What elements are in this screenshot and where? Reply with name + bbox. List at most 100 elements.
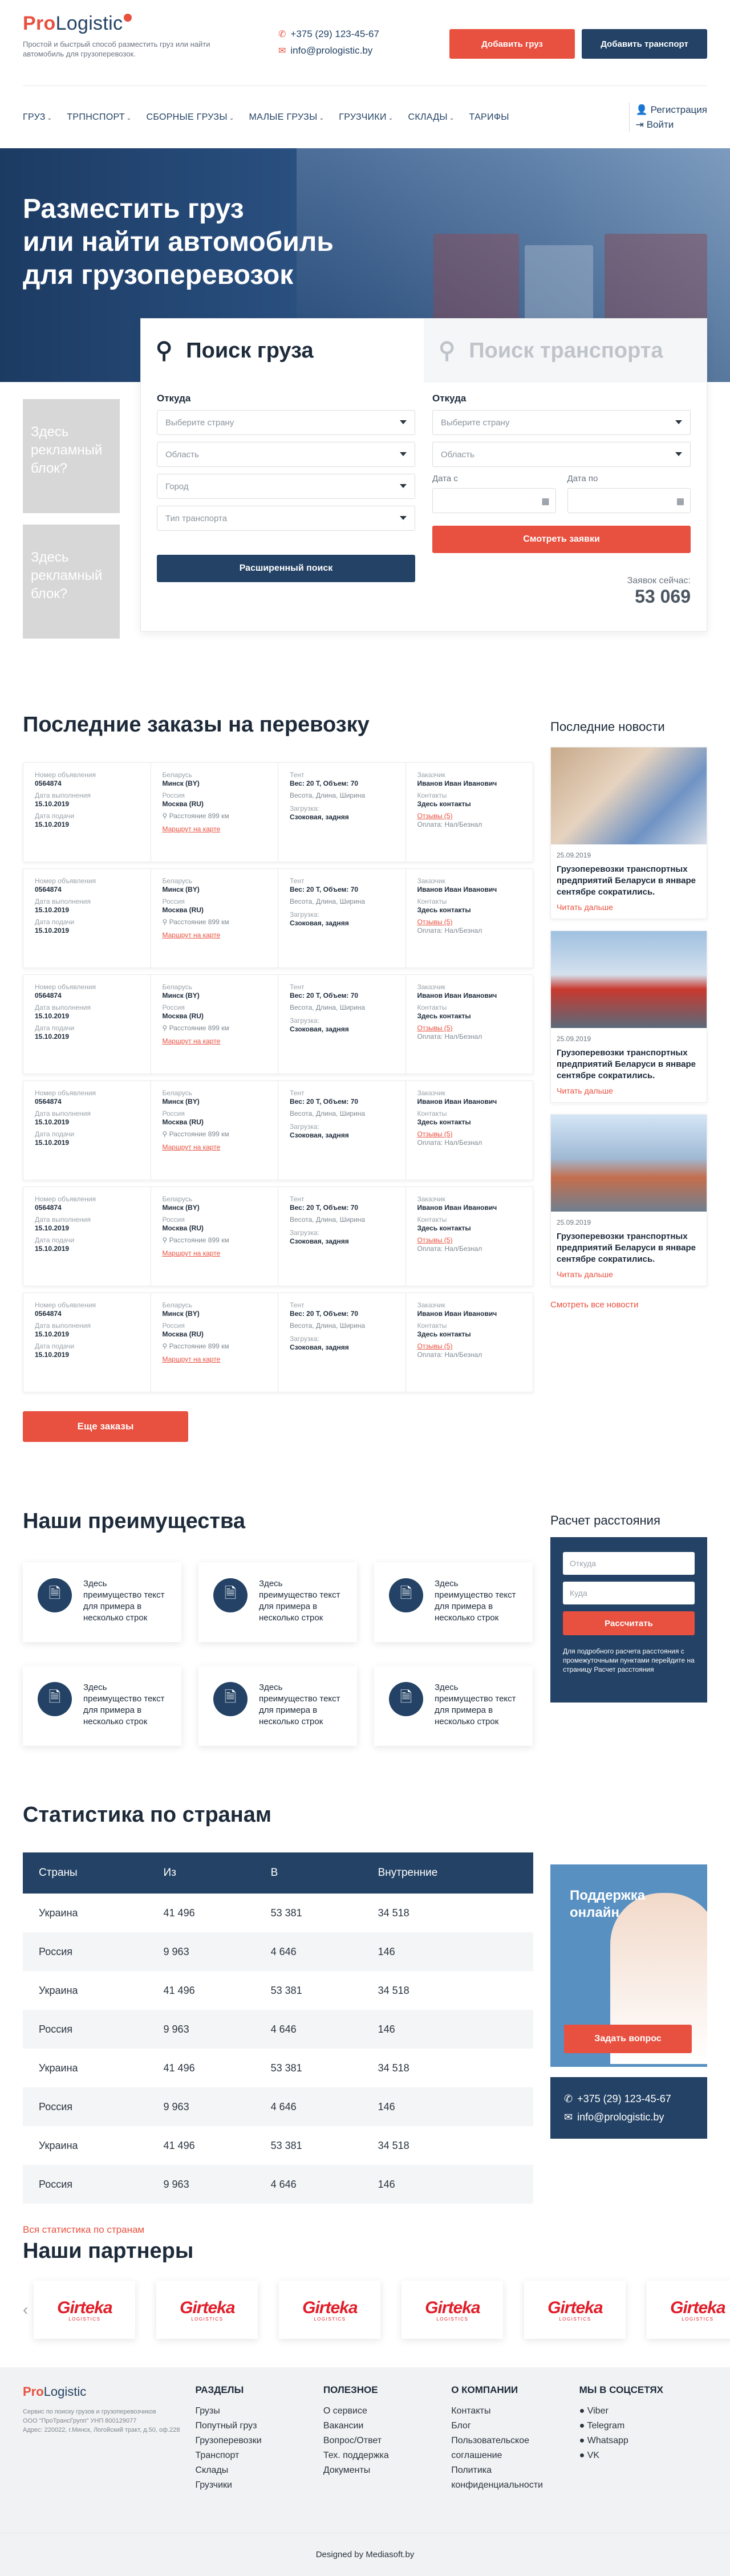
nav-item-transport[interactable]: ТРПНСПОРТ ⌄ (67, 112, 131, 123)
partner-logo[interactable]: Girteka LOGISTICS (156, 2281, 258, 2339)
order-card[interactable]: Номер объявления 0564874 Дата выполнения 15… (23, 1080, 533, 1180)
footer-link[interactable]: Вопрос/Ответ (323, 2433, 451, 2448)
logo[interactable]: ProLogistic (23, 13, 217, 35)
country-select[interactable]: Выберите страну (157, 410, 415, 435)
order-card[interactable]: Номер объявления 0564874 Дата выполнения 15… (23, 974, 533, 1074)
support-email[interactable]: ✉ info@prologistic.by (564, 2108, 694, 2126)
footer-logo[interactable]: ProLogistic (23, 2384, 195, 2399)
news-headline[interactable]: Грузоперевозки транспортных предприятий … (557, 1047, 701, 1082)
news-card[interactable]: 25.09.2019 Грузоперевозки транспортных пр… (550, 747, 707, 919)
date-from-input[interactable]: ▦ (432, 488, 556, 513)
reviews-link[interactable]: Отзывы (5) (417, 1236, 522, 1245)
order-card[interactable]: Номер объявления 0564874 Дата выполнения 15… (23, 1293, 533, 1392)
calendar-icon[interactable]: ▦ (676, 496, 684, 506)
partner-logo[interactable]: Girteka LOGISTICS (402, 2281, 504, 2339)
route-map-link[interactable]: Маршрут на карте (163, 931, 267, 940)
ask-question-button[interactable]: Задать вопрос (564, 2025, 692, 2053)
news-headline[interactable]: Грузоперевозки транспортных предприятий … (557, 864, 701, 898)
partner-logo[interactable]: Girteka LOGISTICS (34, 2281, 136, 2339)
header-phone[interactable]: ✆ +375 (29) 123-45-67 (278, 26, 379, 43)
header-email[interactable]: ✉ info@prologistic.by (278, 43, 379, 59)
calc-to-input[interactable]: Куда (563, 1582, 695, 1604)
read-more-link[interactable]: Читать дальше (557, 1086, 701, 1095)
calc-from-input[interactable]: Откуда (563, 1552, 695, 1575)
region-select[interactable]: Область (432, 442, 691, 467)
footer-link[interactable]: Блог (451, 2419, 579, 2433)
more-orders-button[interactable]: Еще заказы (23, 1411, 188, 1442)
footer-link[interactable]: Тех. поддержка (323, 2448, 451, 2463)
country-select[interactable]: Выберите страну (432, 410, 691, 435)
route-map-link[interactable]: Маршрут на карте (163, 825, 267, 834)
news-image[interactable] (551, 747, 707, 844)
register-link[interactable]: 👤 Регистрация (635, 103, 707, 117)
reviews-link[interactable]: Отзывы (5) (417, 1342, 522, 1351)
route-map-link[interactable]: Маршрут на карте (163, 1355, 267, 1364)
read-more-link[interactable]: Читать дальше (557, 1270, 701, 1279)
calculate-button[interactable]: Рассчитать (563, 1611, 695, 1635)
nav-item-loaders[interactable]: ГРУЗЧИКИ ⌄ (339, 112, 393, 123)
footer-link[interactable]: ● Viber (579, 2404, 707, 2419)
footer-link[interactable]: Попутный груз (195, 2419, 323, 2433)
news-image[interactable] (551, 1115, 707, 1212)
news-card[interactable]: 25.09.2019 Грузоперевозки транспортных пр… (550, 1114, 707, 1286)
footer-link[interactable]: Грузоперевозки (195, 2433, 323, 2448)
reviews-link[interactable]: Отзывы (5) (417, 812, 522, 820)
read-more-link[interactable]: Читать дальше (557, 903, 701, 912)
footer-link[interactable]: О сервисе (323, 2404, 451, 2419)
ad-block[interactable]: Здесь рекламный блок? (23, 399, 120, 513)
footer-link[interactable]: Пользовательское соглашение (451, 2433, 579, 2463)
footer-link[interactable]: Грузы (195, 2404, 323, 2419)
all-stats-link[interactable]: Вся статистика по странам (23, 2224, 533, 2236)
order-card[interactable]: Номер объявления 0564874 Дата выполнения 15… (23, 762, 533, 862)
reviews-link[interactable]: Отзывы (5) (417, 1024, 522, 1033)
footer-link[interactable]: Контакты (451, 2404, 579, 2419)
partner-logo[interactable]: Girteka LOGISTICS (524, 2281, 626, 2339)
partner-logo[interactable]: Girteka LOGISTICS (647, 2281, 730, 2339)
stats-header-row: Страны Из В Внутренние (23, 1852, 533, 1894)
date-to-input[interactable]: ▦ (567, 488, 691, 513)
footer-link[interactable]: ● VK (579, 2448, 707, 2463)
transport-type-select[interactable]: Тип транспорта (157, 506, 415, 531)
tab-transport-search[interactable]: ⚲ Поиск транспорта (424, 319, 707, 383)
region-select[interactable]: Область (157, 442, 415, 467)
designed-by[interactable]: Designed by Mediasoft.by (0, 2533, 730, 2576)
reviews-link[interactable]: Отзывы (5) (417, 918, 522, 927)
route-map-link[interactable]: Маршрут на карте (163, 1249, 267, 1258)
reviews-link[interactable]: Отзывы (5) (417, 1130, 522, 1139)
footer-link[interactable]: Склады (195, 2463, 323, 2478)
nav-item-cargo[interactable]: ГРУЗ ⌄ (23, 112, 52, 123)
route-map-link[interactable]: Маршрут на карте (163, 1143, 267, 1152)
footer-link[interactable]: Документы (323, 2463, 451, 2478)
footer-address: Адрес: 220022, г.Минск, Логойский тракт,… (23, 2427, 180, 2433)
order-card[interactable]: Номер объявления 0564874 Дата выполнения 15… (23, 1187, 533, 1286)
city-select[interactable]: Город (157, 474, 415, 499)
add-transport-button[interactable]: Добавить транспорт (582, 29, 707, 59)
footer-link[interactable]: Вакансии (323, 2419, 451, 2433)
partner-logo[interactable]: Girteka LOGISTICS (279, 2281, 381, 2339)
tab-cargo-search[interactable]: ⚲ Поиск груза (141, 319, 424, 383)
footer-link[interactable]: Грузчики (195, 2478, 323, 2493)
nav-item-warehouses[interactable]: СКЛАДЫ ⌄ (408, 112, 454, 123)
footer-link[interactable]: ● Telegram (579, 2419, 707, 2433)
news-card[interactable]: 25.09.2019 Грузоперевозки транспортных пр… (550, 931, 707, 1103)
support-phone[interactable]: ✆ +375 (29) 123-45-67 (564, 2090, 694, 2108)
footer-link[interactable]: Политика конфиденциальности (451, 2463, 579, 2493)
advanced-search-button[interactable]: Расширенный поиск (157, 555, 415, 582)
ad-block[interactable]: Здесь рекламный блок? (23, 525, 120, 639)
route-map-link[interactable]: Маршрут на карте (163, 1037, 267, 1046)
cargo-dims: Весота, Длина, Ширина (290, 897, 366, 905)
calendar-icon[interactable]: ▦ (541, 496, 549, 506)
footer-link[interactable]: Транспорт (195, 2448, 323, 2463)
footer-link[interactable]: ● Whatsapp (579, 2433, 707, 2448)
nav-item-groupage[interactable]: СБОРНЫЕ ГРУЗЫ ⌄ (146, 112, 234, 123)
order-card[interactable]: Номер объявления 0564874 Дата выполнения 15… (23, 868, 533, 968)
all-news-link[interactable]: Смотреть все новости (550, 1300, 707, 1310)
nav-item-small-cargo[interactable]: МАЛЫЕ ГРУЗЫ ⌄ (249, 112, 325, 123)
add-cargo-button[interactable]: Добавить груз (449, 29, 575, 59)
view-requests-button[interactable]: Смотреть заявки (432, 526, 691, 553)
login-link[interactable]: ⇥ Войти (635, 117, 707, 132)
news-image[interactable] (551, 931, 707, 1028)
nav-item-tariffs[interactable]: ТАРИФЫ (469, 112, 509, 123)
chevron-left-icon[interactable]: ‹ (23, 2301, 28, 2319)
news-headline[interactable]: Грузоперевозки транспортных предприятий … (557, 1231, 701, 1265)
